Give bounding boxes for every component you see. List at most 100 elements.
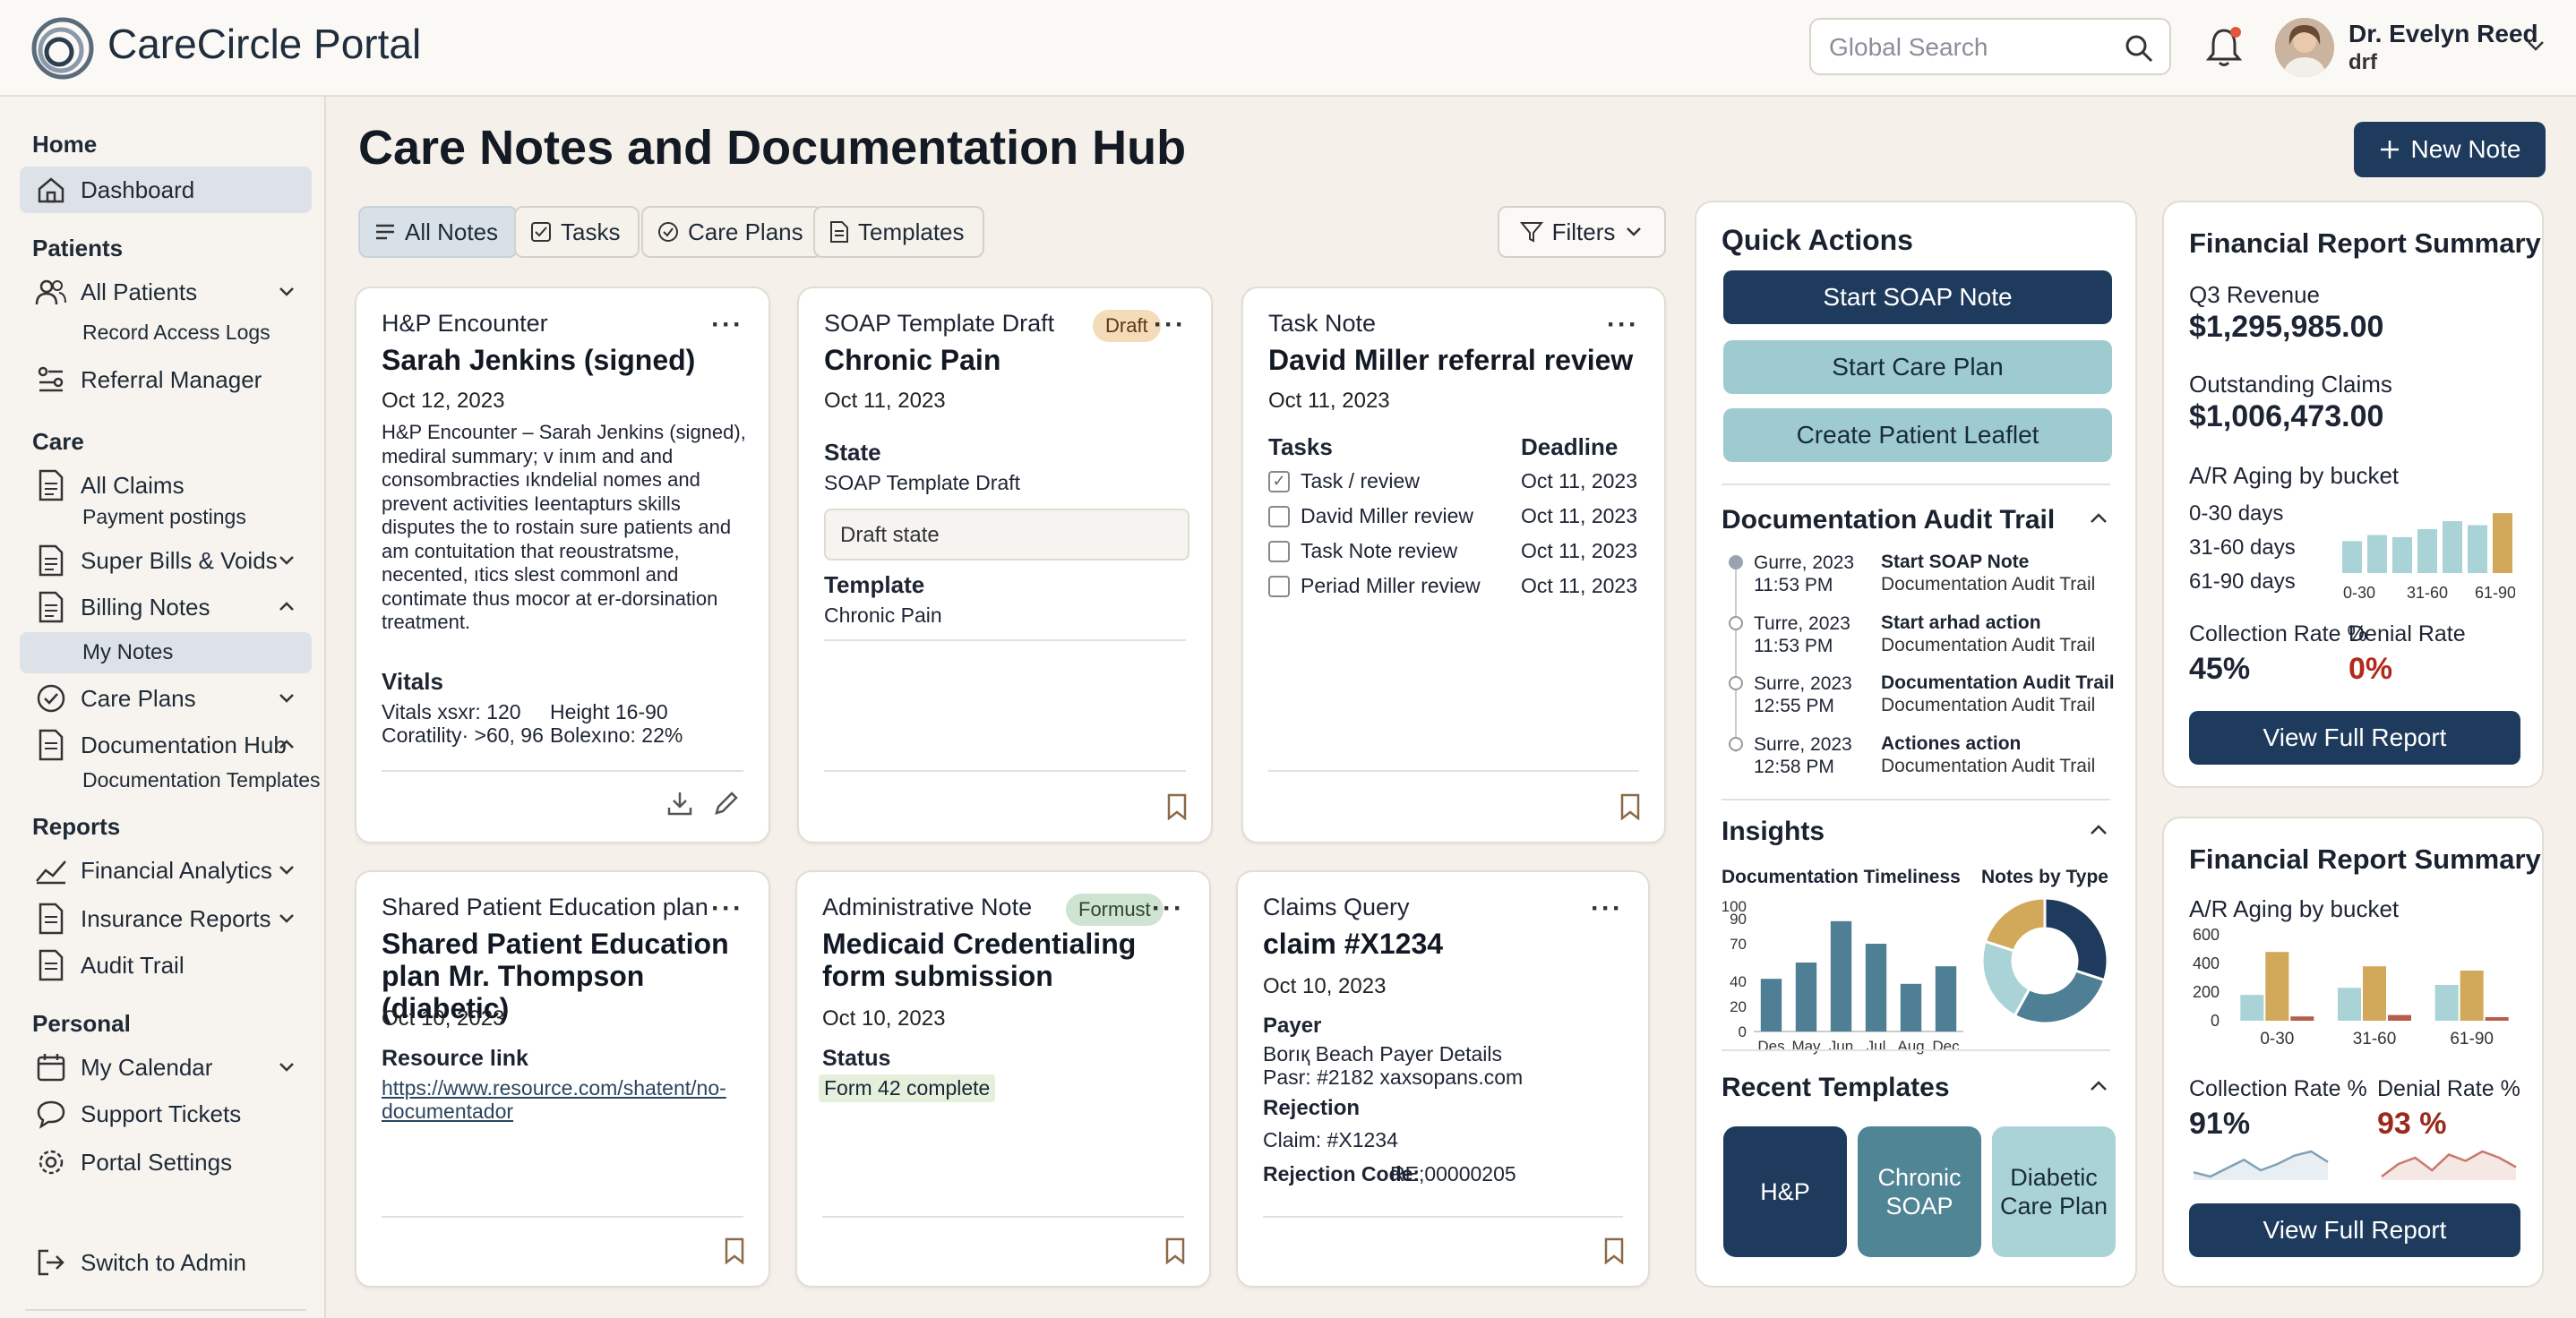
sidebar-item-financial-analytics[interactable]: Financial Analytics (20, 847, 312, 894)
sidebar-item-switch-admin[interactable]: Switch to Admin (20, 1239, 312, 1286)
tab-templates[interactable]: Templates (813, 206, 984, 258)
new-note-button[interactable]: New Note (2354, 122, 2546, 177)
checkbox-checked-icon[interactable]: ✓ (1268, 470, 1290, 492)
chevron-down-icon[interactable] (276, 688, 297, 709)
more-options-icon[interactable]: ··· (711, 894, 743, 924)
chevron-down-icon[interactable] (276, 908, 297, 929)
y-tick-label: 200 (2193, 983, 2220, 1001)
note-card-education-plan[interactable]: Shared Patient Education plan ··· Shared… (355, 870, 770, 1288)
template-tile-diabetic-care-plan[interactable]: Diabetic Care Plan (1992, 1126, 2116, 1257)
bar (2468, 525, 2487, 573)
sidebar-item-all-patients[interactable]: All Patients (20, 269, 312, 315)
chevron-up-icon[interactable] (2087, 818, 2110, 842)
chevron-up-icon[interactable] (276, 596, 297, 618)
task-item[interactable]: David Miller review (1268, 504, 1473, 528)
tab-care-plans[interactable]: Care Plans (641, 206, 823, 258)
more-options-icon[interactable]: ··· (711, 310, 743, 340)
sidebar-item-insurance-reports[interactable]: Insurance Reports (20, 895, 312, 942)
search-input[interactable] (1829, 30, 2116, 64)
sidebar-item-all-claims[interactable]: All Claims (20, 462, 312, 509)
bookmark-icon[interactable] (1164, 1237, 1186, 1264)
sidebar-item-billing-notes[interactable]: Billing Notes (20, 584, 312, 630)
y-tick-label: 400 (2193, 954, 2220, 972)
denial-rate-value: 0% (2348, 652, 2393, 686)
y-tick-label: 100 (1722, 898, 1747, 915)
chevron-down-icon[interactable] (276, 281, 297, 303)
sidebar-item-audit-trail[interactable]: Audit Trail (20, 942, 312, 988)
view-full-report-button[interactable]: View Full Report (2189, 1203, 2520, 1257)
draft-state-field[interactable]: Draft state (824, 509, 1189, 561)
bar (2367, 535, 2387, 573)
chevron-down-icon[interactable] (276, 1057, 297, 1078)
global-search-box[interactable] (1809, 18, 2171, 75)
task-item[interactable]: ✓ Task / review (1268, 469, 1420, 493)
plus-icon (2379, 139, 2400, 160)
bookmark-icon[interactable] (1603, 1237, 1625, 1264)
chevron-down-icon[interactable] (2524, 34, 2547, 57)
audit-action[interactable]: Actiones action (1881, 733, 2021, 755)
bookmark-icon[interactable] (724, 1237, 745, 1264)
sidebar-item-payment-postings[interactable]: Payment postings (82, 505, 246, 529)
audit-action[interactable]: Documentation Audit Trail (1881, 672, 2115, 694)
search-icon[interactable] (2123, 32, 2155, 64)
bookmark-icon[interactable] (1166, 793, 1188, 820)
resource-link[interactable]: https://www.resource.com/shatent/no-docu… (382, 1076, 758, 1123)
sidebar-item-care-plans[interactable]: Care Plans (20, 675, 312, 722)
sidebar-item-my-calendar[interactable]: My Calendar (20, 1044, 312, 1091)
note-card-administrative[interactable]: Administrative Note Formust ··· Medicaid… (795, 870, 1211, 1288)
bar (2240, 995, 2264, 1021)
more-options-icon[interactable]: ··· (1154, 310, 1186, 340)
audit-action[interactable]: Start arhad action (1881, 612, 2041, 634)
start-soap-note-button[interactable]: Start SOAP Note (1723, 270, 2112, 324)
chevron-up-icon[interactable] (2087, 507, 2110, 530)
checkbox-icon[interactable] (1268, 505, 1290, 527)
sidebar-item-dashboard[interactable]: Dashboard (20, 167, 312, 213)
note-card-hp-encounter[interactable]: H&P Encounter ··· Sarah Jenkins (signed)… (355, 287, 770, 843)
tab-tasks[interactable]: Tasks (514, 206, 640, 258)
sidebar-item-documentation-templates[interactable]: Documentation Templates (82, 768, 321, 792)
more-options-icon[interactable]: ··· (1591, 894, 1623, 924)
chevron-up-icon[interactable] (276, 734, 297, 756)
x-tick-label: Jun (1829, 1038, 1853, 1055)
view-full-report-button[interactable]: View Full Report (2189, 711, 2520, 765)
filters-button[interactable]: Filters (1498, 206, 1666, 258)
more-options-icon[interactable]: ··· (1152, 894, 1184, 924)
sidebar-item-record-access-logs[interactable]: Record Access Logs (82, 321, 270, 345)
avatar[interactable] (2275, 18, 2334, 77)
sidebar-item-support-tickets[interactable]: Support Tickets (20, 1091, 312, 1137)
task-item[interactable]: Periad Miller review (1268, 574, 1481, 598)
chevron-down-icon[interactable] (276, 860, 297, 881)
chevron-up-icon[interactable] (2087, 1074, 2110, 1098)
x-tick-label: Dec (1932, 1038, 1960, 1055)
audit-action[interactable]: Start SOAP Note (1881, 552, 2029, 573)
task-label: Periad Miller review (1301, 574, 1481, 597)
chevron-down-icon (1624, 222, 1644, 242)
sidebar-item-portal-settings[interactable]: Portal Settings (20, 1139, 312, 1185)
start-care-plan-button[interactable]: Start Care Plan (1723, 340, 2112, 394)
sidebar-item-my-notes[interactable]: My Notes (20, 632, 312, 673)
sidebar-item-documentation-hub[interactable]: Documentation Hub (20, 722, 312, 768)
sidebar-item-referral-manager[interactable]: Referral Manager (20, 356, 312, 403)
note-card-soap-draft[interactable]: SOAP Template Draft Draft ··· Chronic Pa… (797, 287, 1213, 843)
list-icon (374, 222, 396, 242)
note-card-task[interactable]: Task Note ··· David Miller referral revi… (1241, 287, 1666, 843)
note-card-claims-query[interactable]: Claims Query ··· claim #X1234 Oct 10, 20… (1236, 870, 1650, 1288)
user-name[interactable]: Dr. Evelyn Reed (2348, 20, 2538, 48)
note-type: SOAP Template Draft (824, 310, 1055, 337)
checkbox-icon[interactable] (1268, 575, 1290, 597)
timeliness-chart-title: Documentation Timeliness (1722, 867, 1961, 887)
template-tile-chronic-soap[interactable]: Chronic SOAP (1858, 1126, 1981, 1257)
tab-label: All Notes (405, 218, 499, 245)
tab-all-notes[interactable]: All Notes (358, 206, 519, 258)
task-item[interactable]: Task Note review (1268, 539, 1457, 563)
download-icon[interactable] (666, 790, 693, 817)
sidebar-item-super-bills[interactable]: Super Bills & Voids (20, 537, 312, 584)
edit-pencil-icon[interactable] (713, 790, 740, 817)
bookmark-icon[interactable] (1619, 793, 1641, 820)
x-tick-label: 0-30 (2260, 1030, 2294, 1046)
checkbox-icon[interactable] (1268, 540, 1290, 562)
chevron-down-icon[interactable] (276, 550, 297, 571)
more-options-icon[interactable]: ··· (1607, 310, 1639, 340)
create-patient-leaflet-button[interactable]: Create Patient Leaflet (1723, 408, 2112, 462)
template-tile-hp[interactable]: H&P (1723, 1126, 1847, 1257)
